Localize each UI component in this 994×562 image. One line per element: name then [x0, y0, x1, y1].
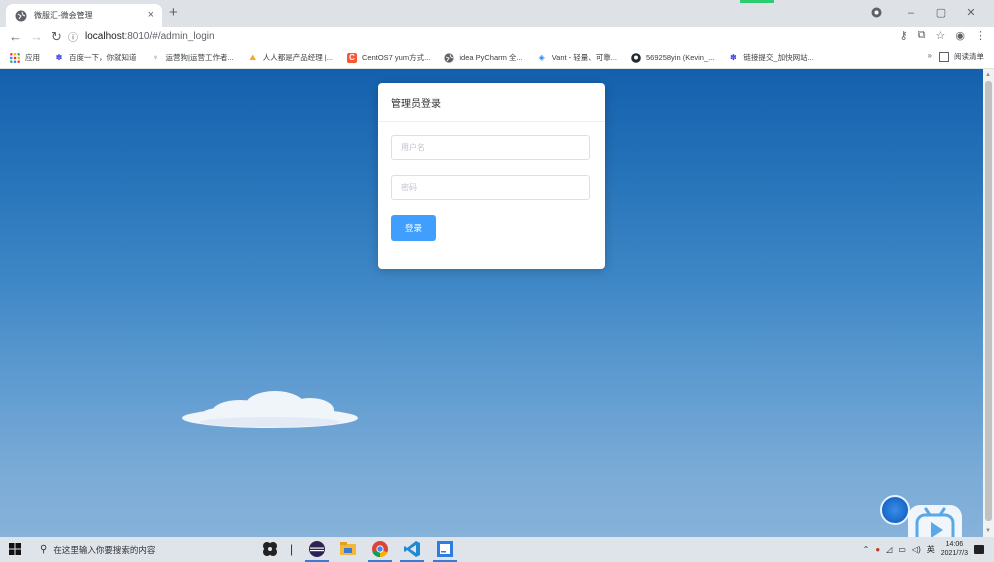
bookmark-label: 链接提交_加快网站... — [743, 53, 814, 62]
notification-center-icon[interactable] — [974, 544, 984, 554]
csdn-icon: C — [347, 52, 357, 63]
volume-icon[interactable]: ◁) — [912, 545, 921, 554]
webstorm-icon[interactable] — [436, 540, 454, 558]
tab-title: 微服汇-微会管理 — [34, 11, 93, 20]
username-input[interactable] — [391, 135, 590, 160]
bookmarks-bar: 应用 ✽ 百度一下，你就知道 ♆ 运营狗|运营工作者... ⛰ 人人都是产品经理… — [0, 47, 994, 69]
bookmark-label: 应用 — [25, 53, 40, 62]
bookmarks-more-chevron-icon[interactable]: » — [928, 51, 932, 60]
password-input[interactable] — [391, 175, 590, 200]
file-explorer-icon[interactable] — [339, 540, 357, 558]
menu-kebab-icon[interactable]: ⋮ — [975, 29, 986, 42]
taskbar-search-box[interactable]: ⚲ 在这里输入你要搜索的内容 — [34, 539, 248, 560]
scroll-up-arrow-icon[interactable]: ▲ — [985, 72, 991, 78]
bookmark-yunyinggou[interactable]: ♆ 运营狗|运营工作者... — [151, 52, 234, 63]
eclipse-icon[interactable] — [308, 540, 326, 558]
bookmark-label: idea PyCharm 全... — [459, 53, 523, 62]
clock-date: 2021/7/3 — [940, 550, 968, 557]
reload-icon[interactable]: ↻ — [51, 29, 62, 45]
cloud-image — [182, 391, 358, 428]
translate-icon[interactable]: ⧉ — [918, 29, 926, 42]
tray-chevron-up-icon[interactable]: ⌃ — [863, 545, 870, 554]
browser-toolbar: ← → ↻ ⓘ localhost:8010/#/admin_login ⚷ ⧉… — [0, 27, 994, 47]
system-clock[interactable]: 14:06 2021/7/3 — [941, 540, 968, 558]
reading-list-label: 阅读清单 — [954, 52, 984, 61]
apps-grid-icon — [10, 52, 20, 63]
login-card-header: 管理员登录 — [378, 83, 605, 122]
scroll-down-arrow-icon[interactable]: ▼ — [985, 528, 991, 534]
tab-close-icon[interactable]: × — [148, 9, 154, 21]
star-bookmark-icon[interactable]: ☆ — [936, 29, 946, 42]
search-icon: ⚲ — [40, 544, 48, 555]
recording-indicator — [740, 0, 774, 3]
taskbar-separator: | — [290, 542, 294, 556]
reading-list-icon — [939, 51, 949, 62]
site-info-icon[interactable]: ⓘ — [68, 29, 78, 44]
bookmark-label: 运营狗|运营工作者... — [165, 53, 234, 62]
bookmark-label: 百度一下，你就知道 — [69, 53, 137, 62]
network-icon[interactable]: ◿ — [886, 545, 892, 554]
chrome-icon[interactable] — [371, 540, 389, 558]
minimize-button[interactable]: – — [896, 7, 926, 19]
url-host: localhost — [85, 31, 125, 42]
scrollbar-thumb[interactable] — [985, 81, 992, 521]
battery-icon[interactable]: ▭ — [898, 545, 906, 554]
back-arrow-icon[interactable]: ← — [9, 29, 22, 45]
clock-time: 14:06 — [945, 541, 964, 548]
account-circle-icon[interactable] — [871, 7, 882, 18]
bookmark-apps[interactable]: 应用 — [10, 52, 40, 63]
bookmark-github[interactable]: 569258yin (Kevin_... — [631, 52, 715, 63]
bookmark-baidu[interactable]: ✽ 百度一下，你就知道 — [54, 52, 137, 63]
system-tray: ⌃ ● ◿ ▭ ◁) 英 14:06 2021/7/3 — [863, 540, 984, 558]
bookmark-woshipm[interactable]: ⛰ 人人都是产品经理 |... — [248, 52, 333, 63]
profile-icon[interactable]: ◉ — [955, 29, 965, 42]
windows-start-icon[interactable] — [9, 543, 21, 555]
bookmark-baidu-submit[interactable]: ✽ 链接提交_加快网站... — [728, 52, 814, 63]
toolbar-actions: ⚷ ⧉ ☆ ◉ ⋮ — [900, 29, 986, 42]
reading-list-button[interactable]: 阅读清单 — [939, 51, 984, 62]
close-window-button[interactable]: ✕ — [956, 6, 986, 19]
tray-app-icon[interactable]: ● — [875, 545, 880, 554]
forward-arrow-icon[interactable]: → — [30, 29, 43, 45]
vant-icon: ◈ — [538, 52, 545, 62]
window-controls: – ▢ ✕ — [871, 6, 986, 19]
address-bar[interactable]: ⓘ localhost:8010/#/admin_login — [68, 28, 868, 45]
baidu-icon: ✽ — [55, 52, 63, 62]
bookmark-idea[interactable]: idea PyCharm 全... — [444, 52, 523, 63]
key-icon[interactable]: ⚷ — [900, 29, 908, 42]
globe-icon — [15, 10, 27, 21]
bookmark-csdn[interactable]: C CentOS7 yum方式... — [347, 52, 430, 63]
baidu-icon: ✽ — [730, 52, 737, 62]
trophy-icon: ♆ — [152, 52, 159, 62]
windows-taskbar: ⚲ 在这里输入你要搜索的内容 | ⌃ ● ◿ ▭ ◁) 英 14:06 2021… — [0, 537, 994, 562]
pinwheel-app-icon[interactable] — [261, 540, 279, 558]
url-path: :8010/#/admin_login — [124, 31, 215, 42]
bookmark-label: CentOS7 yum方式... — [362, 53, 431, 62]
github-icon — [631, 52, 641, 63]
browser-tab-bar: 微服汇-微会管理 × + – ▢ ✕ — [0, 0, 994, 27]
globe-icon — [444, 52, 454, 63]
taskbar-search-placeholder: 在这里输入你要搜索的内容 — [53, 544, 156, 555]
pm-icon: ⛰ — [249, 52, 257, 62]
floating-assistant-ball[interactable] — [880, 495, 910, 525]
login-button[interactable]: 登录 — [391, 215, 436, 241]
input-language[interactable]: 英 — [927, 544, 935, 555]
browser-tab-active[interactable]: 微服汇-微会管理 × — [6, 4, 162, 27]
bookmark-label: Vant - 轻量、可靠... — [551, 53, 618, 62]
new-tab-button[interactable]: + — [169, 5, 178, 21]
admin-login-card: 管理员登录 登录 — [378, 83, 605, 269]
bookmark-vant[interactable]: ◈ Vant - 轻量、可靠... — [537, 52, 617, 63]
page-scrollbar[interactable]: ▲ ▼ — [983, 69, 994, 537]
maximize-button[interactable]: ▢ — [926, 6, 956, 19]
screen: 微服汇-微会管理 × + – ▢ ✕ ← → ↻ ⓘ localhost:801… — [0, 0, 994, 562]
vscode-icon[interactable] — [403, 540, 421, 558]
bookmark-label: 569258yin (Kevin_... — [646, 53, 715, 62]
login-title: 管理员登录 — [391, 98, 441, 110]
bookmark-label: 人人都是产品经理 |... — [262, 53, 333, 62]
